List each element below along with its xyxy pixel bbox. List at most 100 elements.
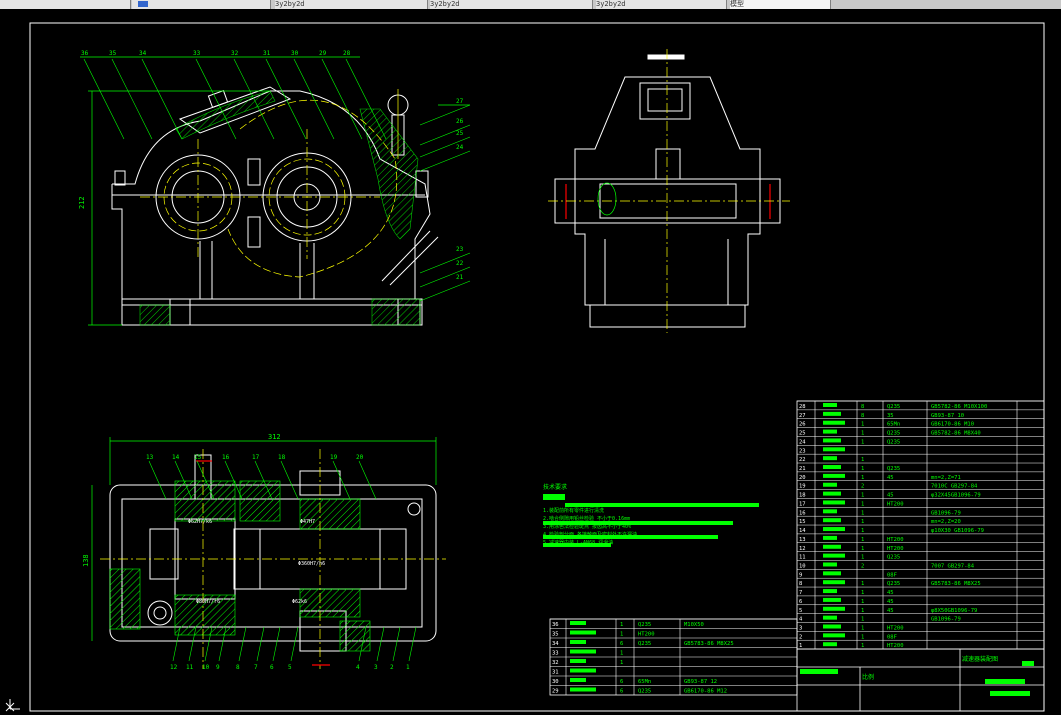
part-standard: GB5782-86 M8X40 xyxy=(931,431,981,437)
part-name-bar xyxy=(823,571,841,576)
top-view-hatch xyxy=(109,480,371,652)
callout-label: 36 xyxy=(81,50,89,57)
file-tab-1[interactable] xyxy=(0,0,131,9)
part-qty: 1 xyxy=(861,634,864,640)
part-material: 08F xyxy=(887,572,897,578)
part-qty: 1 xyxy=(620,660,623,666)
part-no: 6 xyxy=(799,599,802,605)
table-row: 31 xyxy=(550,666,797,676)
callout-label: 35 xyxy=(109,50,117,57)
layout-tab-model[interactable]: 模型 xyxy=(730,0,831,9)
callout-label: 6 xyxy=(270,664,274,671)
dim-width: 312 xyxy=(268,433,281,441)
table-row: 23 xyxy=(797,445,1044,454)
callout-label: 10 xyxy=(202,664,210,671)
part-standard: GB93-87 10 xyxy=(931,413,964,419)
callout-label: 30 xyxy=(291,50,299,57)
part-name-bar xyxy=(823,606,845,611)
part-no: 7 xyxy=(799,590,802,596)
callout-label: 14 xyxy=(172,454,180,461)
callout-leader xyxy=(141,58,183,140)
part-no: 25 xyxy=(799,431,806,437)
part-material: Q235 xyxy=(887,439,900,445)
fit-dimension: Φ62k6 xyxy=(292,599,307,605)
part-qty: 1 xyxy=(861,581,864,587)
callout-label: 33 xyxy=(193,50,201,57)
parts-list-left: 36 1 Q235 M10X50 35 1 HT200 34 6 Q235 GB5783-86 M8… xyxy=(549,618,798,696)
callout-leader xyxy=(376,626,385,662)
table-row: 18 1 45 φ32X45GB1096-79 xyxy=(797,489,1044,499)
file-tab-4[interactable]: 3y2by2d xyxy=(430,0,593,9)
table-row: 27 8 35 GB93-87 10 xyxy=(797,409,1044,419)
part-material: HT200 xyxy=(638,632,655,638)
callout-label: 24 xyxy=(456,144,464,151)
callout-label: 34 xyxy=(139,50,147,57)
table-row: 4 1 GB1096-79 xyxy=(797,613,1044,623)
part-standard: M10X50 xyxy=(684,622,704,628)
tab-2-icon xyxy=(138,1,148,7)
part-name-bar xyxy=(823,642,837,647)
callout-label: 7 xyxy=(254,664,258,671)
table-row: 29 6 Q235 GB6170-86 M12 xyxy=(550,685,797,695)
front-view-centerlines xyxy=(140,89,399,278)
part-no: 8 xyxy=(799,581,802,587)
callout-leader xyxy=(256,626,265,662)
part-qty: 2 xyxy=(861,484,864,490)
notes-line: 1.装配前所有零件进行清洗 xyxy=(543,507,604,514)
dim-height: 212 xyxy=(78,196,86,209)
callout-label: 2 xyxy=(390,664,394,671)
part-no: 35 xyxy=(552,632,559,638)
part-material: Q235 xyxy=(638,622,651,628)
part-no: 11 xyxy=(799,555,806,561)
part-qty: 1 xyxy=(861,431,864,437)
table-row: 34 6 Q235 GB5783-86 M8X25 xyxy=(550,637,797,647)
part-no: 27 xyxy=(799,413,806,419)
cad-drawing-canvas[interactable]: 36 35 34 33 32 31 30 29 28 27262524232221 212 xyxy=(0,9,1061,715)
table-row: 26 1 65Mn GB6170-86 M10 xyxy=(797,418,1044,428)
table-row: 14 1 φ10X30 GB1096-79 xyxy=(797,524,1044,534)
part-name-bar xyxy=(823,544,841,549)
part-material: 45 xyxy=(887,599,894,605)
part-no: 28 xyxy=(799,404,806,410)
part-no: 9 xyxy=(799,572,802,578)
file-tab-2[interactable] xyxy=(132,0,271,9)
callout-label: 4 xyxy=(356,664,360,671)
callout-label: 32 xyxy=(231,50,239,57)
part-name-bar xyxy=(823,589,837,594)
callout-label: 21 xyxy=(456,274,464,281)
part-name-bar xyxy=(823,411,841,416)
part-material: Q235 xyxy=(638,641,651,647)
part-no: 23 xyxy=(799,448,806,454)
part-standard: mn=2,Z=71 xyxy=(931,475,961,481)
part-qty: 1 xyxy=(861,626,864,632)
table-row: 7 1 45 xyxy=(797,586,1044,596)
part-material: Q235 xyxy=(887,466,900,472)
part-name-bar xyxy=(823,447,845,452)
table-row: 24 1 Q235 xyxy=(797,436,1044,445)
part-name-bar xyxy=(823,553,845,558)
file-tab-3[interactable]: 3y2by2d xyxy=(275,0,428,9)
part-material: HT200 xyxy=(887,626,904,632)
front-view-hatch xyxy=(139,90,421,326)
callout-leader xyxy=(358,460,377,500)
side-view-seals xyxy=(565,184,771,219)
part-name-bar xyxy=(823,429,837,434)
file-tab-5[interactable]: 3y2by2d xyxy=(596,0,727,9)
part-standard: GB6170-86 M12 xyxy=(684,689,727,695)
part-material: 45 xyxy=(887,475,894,481)
table-row: 21 1 Q235 xyxy=(797,462,1044,472)
table-row: 6 1 45 xyxy=(797,595,1044,605)
part-material: 45 xyxy=(887,608,894,614)
table-row: 9 08F xyxy=(797,569,1044,578)
part-name-bar xyxy=(823,535,837,540)
part-name-bar xyxy=(823,491,841,496)
part-material: HT200 xyxy=(887,546,904,552)
part-no: 1 xyxy=(799,643,802,649)
side-view-centerlines xyxy=(548,49,790,333)
part-name-bar xyxy=(823,624,841,629)
part-standard: 7007 GB297-84 xyxy=(931,563,975,569)
part-no: 4 xyxy=(799,617,803,623)
part-no: 3 xyxy=(799,626,802,632)
table-row: 33 1 xyxy=(550,647,797,657)
callout-label: 20 xyxy=(356,454,364,461)
